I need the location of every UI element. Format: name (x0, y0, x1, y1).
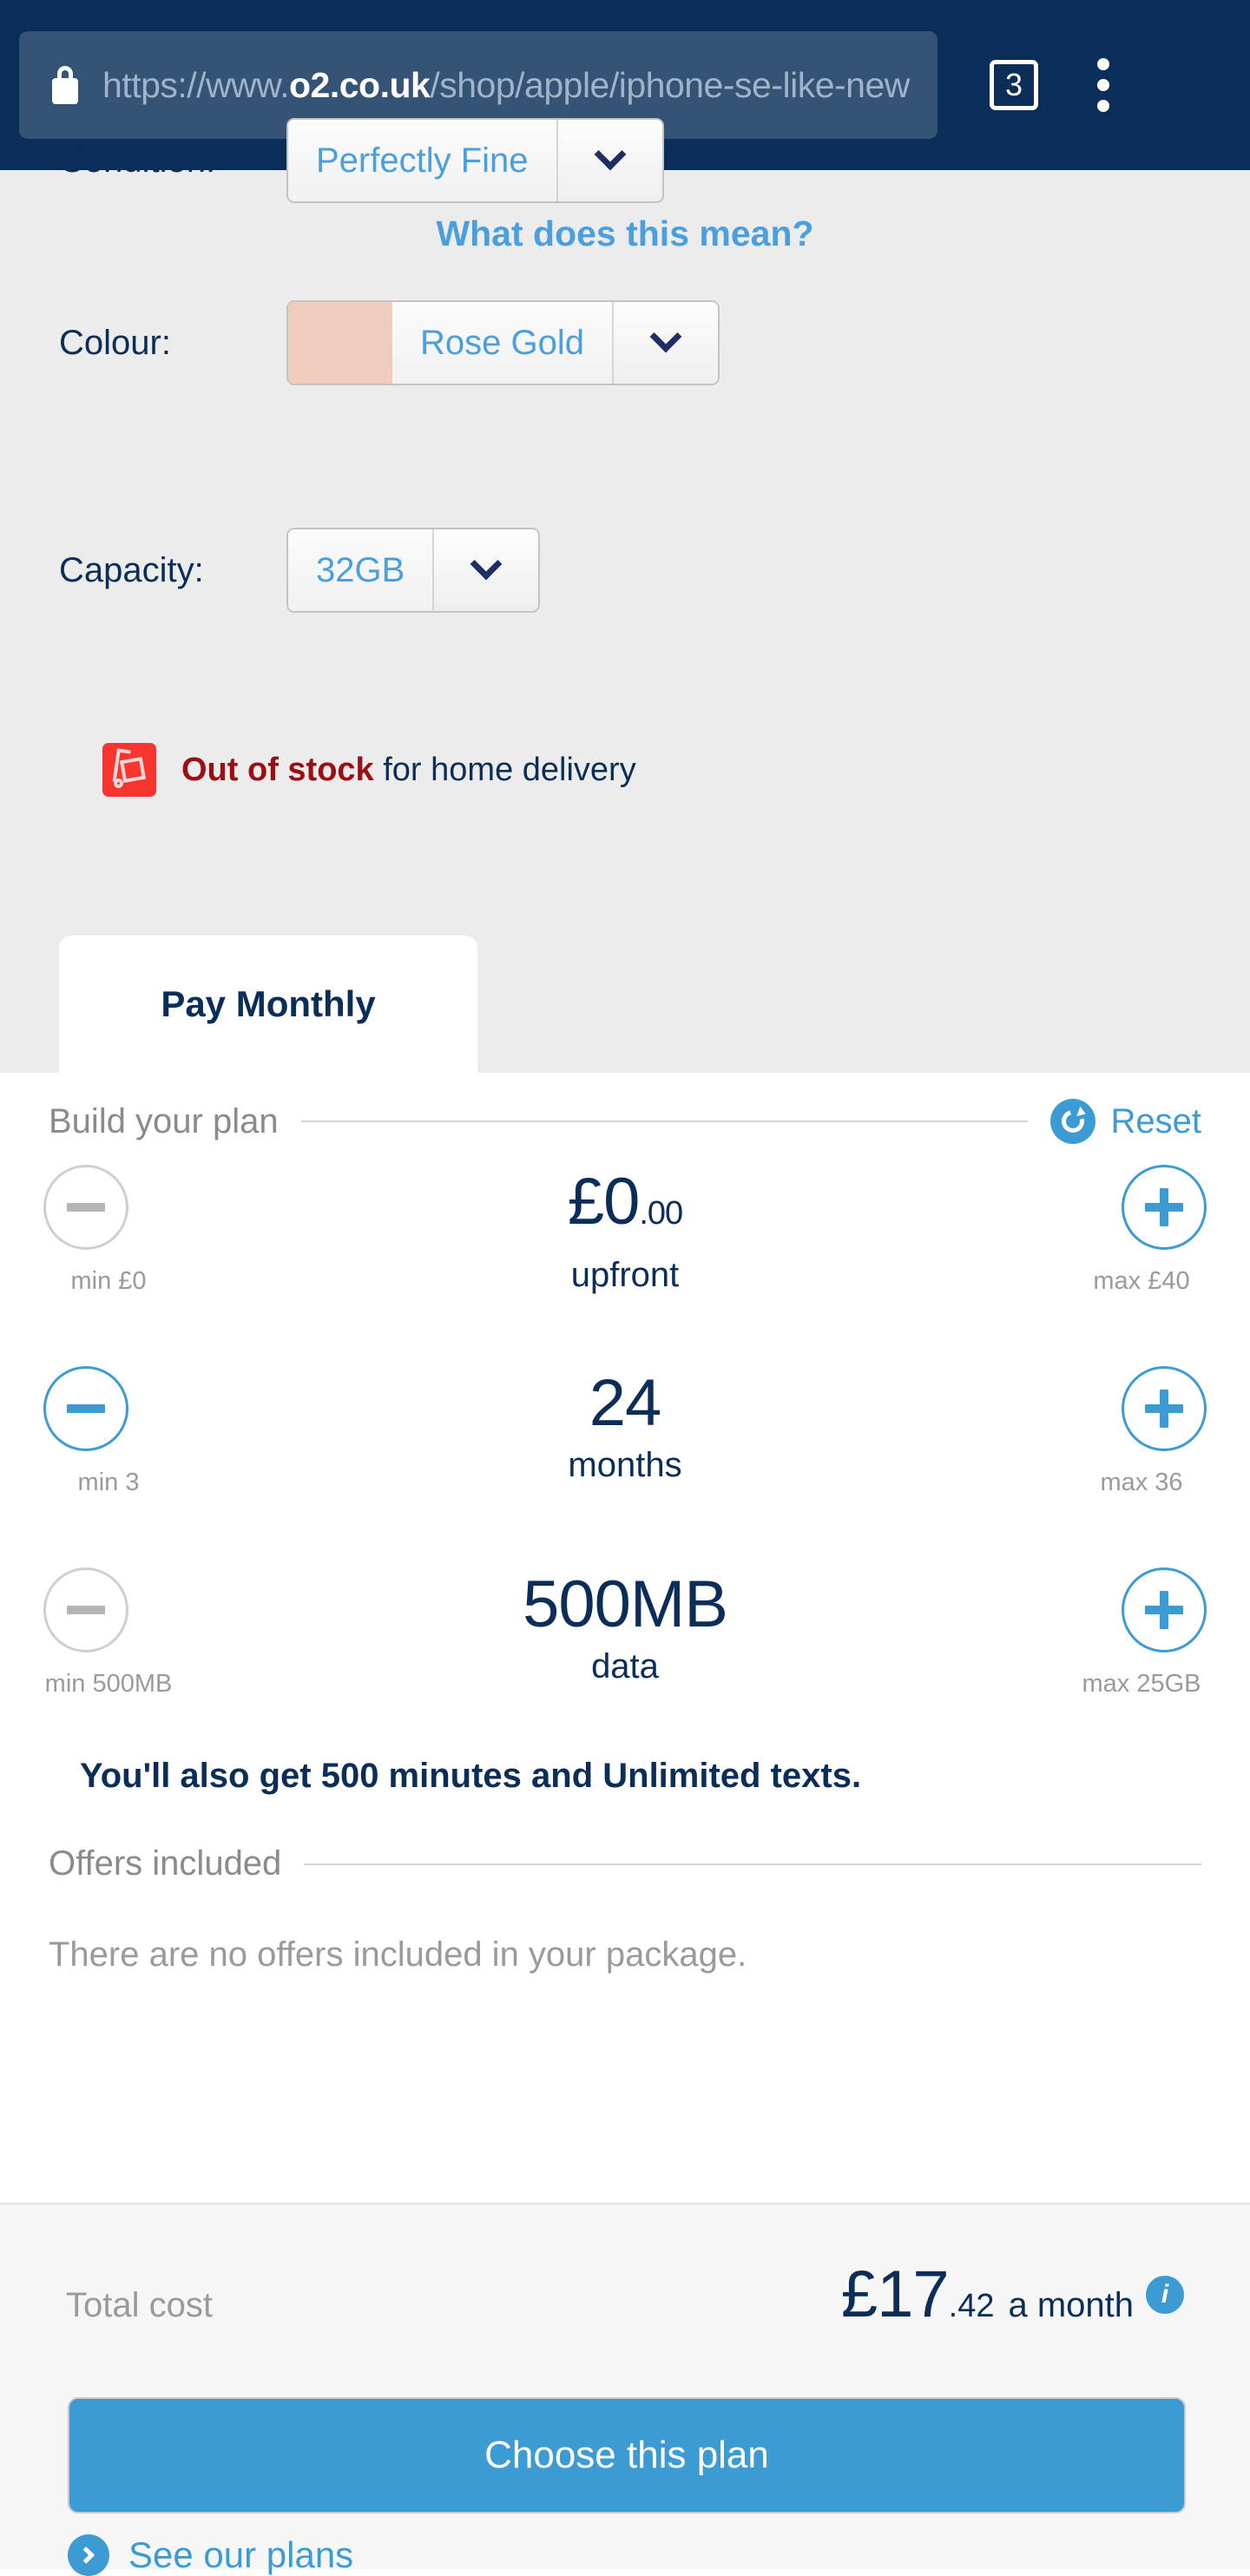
product-options-section: Condition: Perfectly Fine What does this… (0, 118, 1250, 1073)
capacity-select[interactable]: 32GB (286, 528, 541, 613)
upfront-min-label: min £0 (70, 1267, 147, 1295)
stock-status-text: Out of stock for home delivery (181, 752, 636, 789)
upfront-unit: upfront (570, 1256, 680, 1294)
total-cost-value: £17 .42 a month i (841, 2257, 1184, 2332)
condition-select[interactable]: Perfectly Fine (286, 118, 664, 203)
months-value: 24 (217, 1366, 1033, 1441)
colour-row: Colour: Rose Gold (0, 300, 720, 385)
lock-icon (50, 66, 80, 104)
months-value-main: 24 (589, 1366, 662, 1440)
colour-value: Rose Gold (392, 302, 614, 384)
months-value-block: 24 months (217, 1366, 1033, 1489)
spinner-row-data: min 500MB 500MB data max 25GB (0, 1567, 1250, 1769)
total-cost-label: Total cost (66, 2286, 213, 2324)
url-text: https://www.o2.co.uk/shop/apple/iphone-s… (102, 65, 910, 106)
build-your-plan-title: Build your plan (49, 1101, 279, 1140)
upfront-value-main: £0 (567, 1165, 641, 1239)
choose-this-plan-button[interactable]: Choose this plan (68, 2397, 1186, 2514)
condition-row: Condition: Perfectly Fine (0, 118, 664, 203)
data-value-main: 500MB (523, 1567, 728, 1641)
data-unit: data (591, 1647, 659, 1686)
chevron-right-circle-icon (68, 2534, 109, 2576)
overflow-menu-icon[interactable] (1097, 58, 1109, 112)
months-unit: months (568, 1446, 682, 1484)
reset-label: Reset (1110, 1101, 1202, 1140)
colour-swatch (288, 302, 392, 384)
delivery-truck-icon (102, 743, 156, 797)
what-does-this-mean-link[interactable]: What does this mean? (0, 214, 1250, 254)
stock-status: Out of stock for home delivery (102, 743, 636, 797)
months-min-label: min 3 (77, 1469, 140, 1496)
capacity-label: Capacity: (59, 550, 204, 589)
plan-builder-panel: Build your plan Reset min £0 £0.00 upfro… (0, 1073, 1250, 2203)
total-cost-footer: Total cost £17 .42 a month i (0, 2203, 1250, 2569)
info-icon[interactable]: i (1146, 2275, 1184, 2314)
out-of-stock-label: Out of stock (181, 751, 374, 788)
spinner-row-months: min 3 24 months max 36 (0, 1366, 1250, 1567)
plus-icon[interactable] (1122, 1567, 1207, 1653)
see-our-plans-label: See our plans (128, 2534, 354, 2575)
plus-icon[interactable] (1122, 1366, 1207, 1451)
data-min-label: min 500MB (39, 1665, 178, 1703)
tab-pay-monthly[interactable]: Pay Monthly (59, 936, 477, 1073)
url-host: o2.co.uk (289, 64, 431, 105)
data-value: 500MB (217, 1567, 1033, 1642)
minus-icon[interactable] (43, 1366, 128, 1451)
minus-icon[interactable] (43, 1567, 128, 1653)
tab-count-label: 3 (1004, 67, 1023, 102)
plus-icon[interactable] (1122, 1165, 1207, 1250)
upfront-value-block: £0.00 upfront (217, 1165, 1033, 1299)
total-cents: .42 (948, 2288, 995, 2324)
data-max-label: max 25GB (1082, 1670, 1201, 1698)
capacity-value: 32GB (288, 529, 435, 611)
upfront-value-cents: .00 (639, 1195, 683, 1232)
condition-value: Perfectly Fine (288, 120, 558, 201)
colour-select[interactable]: Rose Gold (286, 300, 720, 385)
no-offers-text: There are no offers included in your pac… (49, 1935, 747, 1974)
chevron-down-icon (557, 120, 662, 201)
chevron-down-icon (613, 302, 718, 384)
upfront-max-label: max £40 (1093, 1267, 1190, 1295)
offers-included-header: Offers included (0, 1844, 1250, 1883)
refresh-icon (1049, 1099, 1095, 1144)
minus-icon[interactable] (43, 1165, 128, 1250)
condition-label: Condition: (59, 141, 216, 180)
build-your-plan-header: Build your plan Reset (0, 1073, 1250, 1144)
offers-included-title: Offers included (49, 1844, 282, 1883)
total-amount: £17 (840, 2257, 950, 2331)
upfront-value: £0.00 (217, 1165, 1033, 1251)
capacity-row: Capacity: 32GB (0, 528, 541, 613)
tab-pay-monthly-label: Pay Monthly (161, 983, 376, 1024)
url-prefix: https://www. (102, 64, 290, 105)
info-glyph: i (1161, 2279, 1169, 2309)
total-period: a month (1008, 2286, 1134, 2324)
data-value-block: 500MB data (217, 1567, 1033, 1691)
reset-button[interactable]: Reset (1049, 1099, 1202, 1144)
tab-counter-button[interactable]: 3 (990, 60, 1038, 110)
divider (300, 1120, 1028, 1122)
url-path: /shop/apple/iphone-se-like-new (430, 64, 910, 105)
chevron-down-icon (434, 529, 539, 611)
see-our-plans-link[interactable]: See our plans (68, 2534, 353, 2576)
spinner-row-upfront: min £0 £0.00 upfront max £40 (0, 1165, 1250, 1366)
colour-label: Colour: (59, 323, 171, 362)
months-max-label: max 36 (1100, 1469, 1183, 1496)
divider (304, 1863, 1201, 1865)
stock-detail-label: for home delivery (373, 751, 636, 788)
total-cost-row: Total cost £17 .42 a month i (0, 2257, 1250, 2332)
data-min-text: min 500MB (44, 1670, 173, 1698)
choose-this-plan-label: Choose this plan (484, 2434, 769, 2476)
